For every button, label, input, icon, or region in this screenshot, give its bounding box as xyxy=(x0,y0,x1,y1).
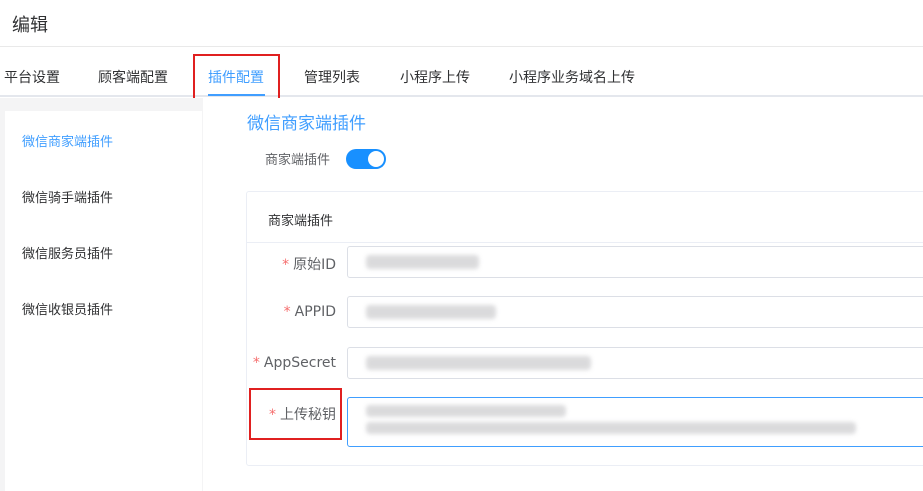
required-asterisk: * xyxy=(283,304,291,320)
sidebar-item-cashier-plugin[interactable]: 微信收银员插件 xyxy=(22,299,113,318)
appsecret-label: * AppSecret xyxy=(252,355,336,371)
tab-management-list[interactable]: 管理列表 xyxy=(304,67,360,87)
switch-knob xyxy=(368,151,384,167)
required-asterisk: * xyxy=(282,257,290,273)
card-header: 商家端插件 xyxy=(247,192,923,243)
original-id-label: * 原始ID xyxy=(282,257,336,273)
tab-highlight-box xyxy=(193,54,280,101)
redacted-value xyxy=(366,356,591,370)
redacted-value xyxy=(366,405,566,417)
merchant-plugin-card: 商家端插件 * 原始ID * APPID * AppSecret * 上传秘钥 xyxy=(246,191,923,466)
redacted-value xyxy=(366,422,856,434)
page: 编辑 平台设置 顾客端配置 插件配置 管理列表 小程序上传 小程序业务域名上传 … xyxy=(0,0,923,491)
sidebar-item-merchant-plugin[interactable]: 微信商家端插件 xyxy=(22,131,113,150)
redacted-value xyxy=(366,305,496,319)
card-header-label: 商家端插件 xyxy=(268,214,334,229)
tab-miniprogram-upload[interactable]: 小程序上传 xyxy=(400,67,470,87)
sidebar-item-waiter-plugin[interactable]: 微信服务员插件 xyxy=(22,243,113,262)
page-header: 编辑 xyxy=(0,0,923,47)
section-title: 微信商家端插件 xyxy=(247,114,366,134)
redacted-value xyxy=(366,255,479,269)
tab-miniprogram-domain-upload[interactable]: 小程序业务域名上传 xyxy=(509,67,635,87)
appid-label: * APPID xyxy=(283,304,336,320)
merchant-plugin-switch-label: 商家端插件 xyxy=(265,153,331,168)
tab-customer-config[interactable]: 顾客端配置 xyxy=(98,67,168,87)
tab-platform-settings[interactable]: 平台设置 xyxy=(4,67,60,87)
tab-bar: 平台设置 顾客端配置 插件配置 管理列表 小程序上传 小程序业务域名上传 xyxy=(0,47,923,97)
sidebar: 微信商家端插件 微信骑手端插件 微信服务员插件 微信收银员插件 xyxy=(5,111,202,491)
sidebar-item-rider-plugin[interactable]: 微信骑手端插件 xyxy=(22,187,113,206)
page-title: 编辑 xyxy=(12,15,48,36)
required-asterisk: * xyxy=(252,355,260,371)
merchant-plugin-switch[interactable] xyxy=(346,149,386,169)
upload-key-highlight-box xyxy=(249,388,342,440)
